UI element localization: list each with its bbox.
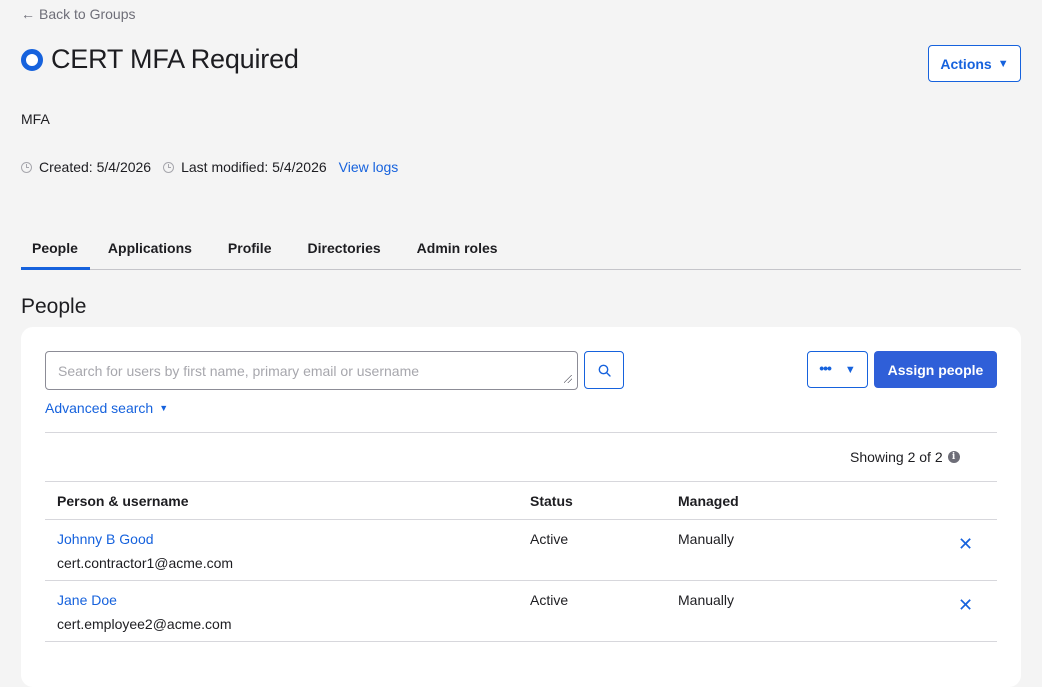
tab-applications[interactable]: Applications [90,232,210,269]
section-title: People [21,295,87,318]
person-username: cert.employee2@acme.com [57,616,232,632]
group-meta: Created: 5/4/2026 Last modified: 5/4/202… [21,159,398,175]
person-username: cert.contractor1@acme.com [57,555,234,571]
column-header-managed: Managed [678,493,739,509]
actions-label: Actions [940,55,992,72]
result-count: Showing 2 of 2 i [850,449,960,465]
back-to-groups-link[interactable]: ← Back to Groups [21,6,136,22]
table-row: Jane Doe cert.employee2@acme.com Active … [45,581,997,642]
info-icon[interactable]: i [947,451,960,463]
divider [45,432,997,433]
person-status: Active [530,531,569,547]
clock-icon [21,161,32,173]
column-header-status: Status [530,493,573,509]
tab-directories[interactable]: Directories [290,232,399,269]
people-card: Advanced search ▼ ••• ▼ Assign people Sh… [21,327,1021,687]
advanced-search-link[interactable]: Advanced search ▼ [45,400,168,416]
caret-down-icon: ▼ [844,363,856,376]
tab-profile[interactable]: Profile [210,232,290,269]
page-header: CERT MFA Required [21,44,299,75]
column-header-person: Person & username [57,493,189,509]
showing-text: Showing 2 of 2 [850,449,943,465]
search-input[interactable] [45,351,578,390]
search-icon [598,364,611,377]
person-managed: Manually [678,592,735,608]
tab-admin-roles[interactable]: Admin roles [399,232,516,269]
person-status: Active [530,592,569,608]
group-icon [21,48,43,71]
assign-people-button[interactable]: Assign people [874,351,997,388]
back-link-label: Back to Groups [39,6,136,22]
search-button[interactable] [584,351,624,389]
created-date: Created: 5/4/2026 [39,159,152,175]
remove-person-icon[interactable]: ✕ [958,596,973,614]
tab-people[interactable]: People [21,232,90,270]
more-options-button[interactable]: ••• ▼ [807,351,868,388]
group-description: MFA [21,111,50,127]
person-managed: Manually [678,531,735,547]
table-row: Johnny B Good cert.contractor1@acme.com … [45,520,997,581]
arrow-left-icon: ← [21,6,35,22]
caret-down-icon: ▼ [159,403,169,413]
advanced-search-label: Advanced search [45,400,154,416]
view-logs-link[interactable]: View logs [339,159,399,175]
table-header: Person & username Status Managed [45,481,997,520]
person-name-link[interactable]: Jane Doe [57,592,117,608]
modified-date: Last modified: 5/4/2026 [181,159,327,175]
tab-bar: People Applications Profile Directories … [21,232,1021,270]
page-title: CERT MFA Required [51,44,299,74]
people-table: Person & username Status Managed Johnny … [45,481,997,642]
remove-person-icon[interactable]: ✕ [958,535,973,553]
caret-down-icon: ▼ [997,57,1009,70]
person-name-link[interactable]: Johnny B Good [57,531,154,547]
resize-grip-icon[interactable] [564,375,572,383]
ellipsis-icon: ••• [819,359,832,376]
actions-button[interactable]: Actions ▼ [928,45,1021,82]
clock-icon [163,161,175,173]
